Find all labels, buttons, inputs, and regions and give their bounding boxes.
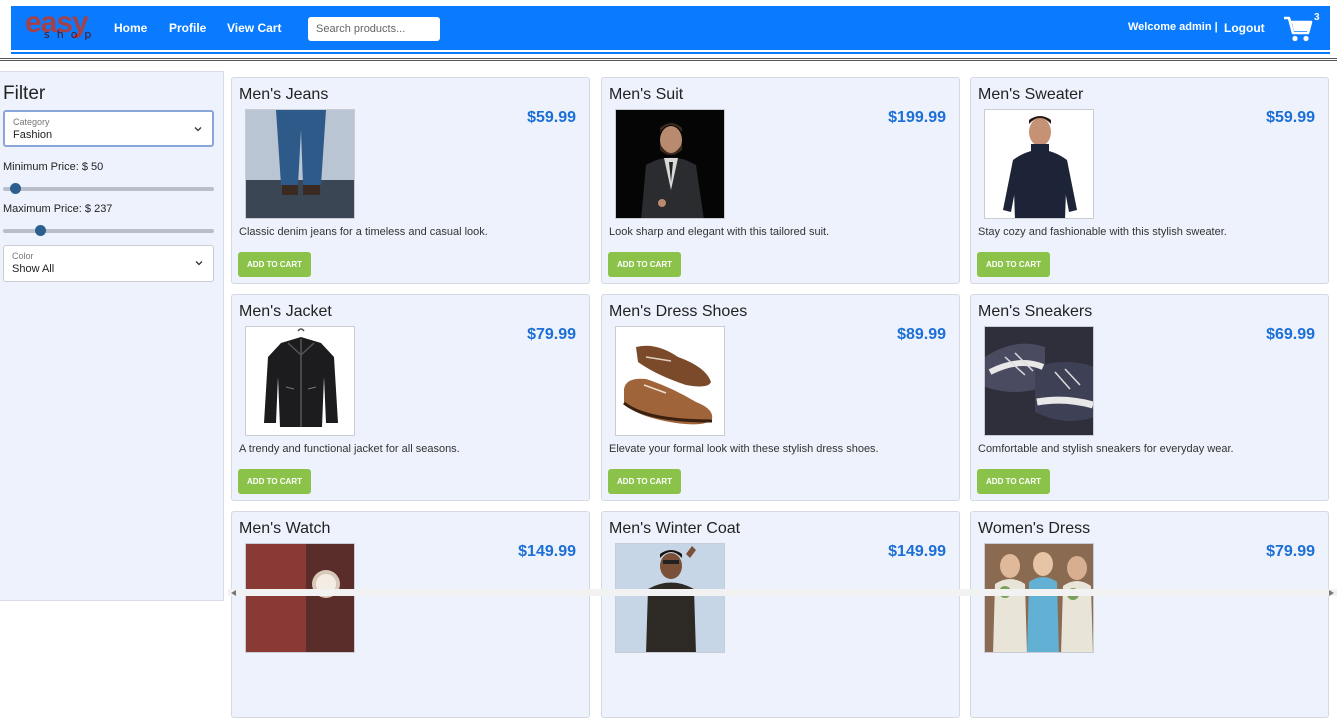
- color-label: Color: [12, 251, 34, 261]
- add-to-cart-button[interactable]: ADD TO CART: [977, 469, 1050, 494]
- slider-track: [3, 187, 214, 191]
- product-card: Women's Dress $79.99: [970, 511, 1329, 718]
- product-image-suit[interactable]: [615, 109, 725, 219]
- product-image-jacket[interactable]: [245, 326, 355, 436]
- product-price: $89.99: [897, 326, 946, 343]
- product-price: $149.99: [518, 543, 576, 560]
- nav-view-cart-link[interactable]: View Cart: [227, 21, 281, 35]
- product-card: Men's Sneakers $69.99 Comfortable and st…: [970, 294, 1329, 501]
- product-description: A trendy and functional jacket for all s…: [239, 443, 460, 455]
- easyshop-logo[interactable]: easy shop: [25, 6, 99, 44]
- product-description: Comfortable and stylish sneakers for eve…: [978, 443, 1234, 455]
- max-price-label: Maximum Price: $ 237: [3, 203, 113, 215]
- scroll-left-arrow-icon[interactable]: [231, 590, 236, 596]
- product-card: Men's Dress Shoes $89.99 Elevate your fo…: [601, 294, 960, 501]
- product-card: Men's Suit $199.99 Look sharp and elegan…: [601, 77, 960, 284]
- chevron-down-icon: [195, 261, 203, 266]
- add-to-cart-button[interactable]: ADD TO CART: [608, 252, 681, 277]
- product-description: Stay cozy and fashionable with this styl…: [978, 226, 1227, 238]
- product-card: Men's Jeans $59.99 Classic denim jeans f…: [231, 77, 590, 284]
- product-price: $59.99: [527, 109, 576, 126]
- cart-count-badge: 3: [1314, 12, 1320, 23]
- product-card: Men's Watch $149.99: [231, 511, 590, 718]
- product-name: Men's Dress Shoes: [609, 303, 748, 320]
- color-select[interactable]: Color Show All: [3, 245, 214, 282]
- search-input[interactable]: [308, 17, 440, 41]
- navbar-underline: [11, 52, 1330, 54]
- product-name: Men's Sweater: [978, 86, 1084, 103]
- top-navbar: easy shop Home Profile View Cart Welcome…: [11, 6, 1330, 50]
- product-image-winter-coat[interactable]: [615, 543, 725, 653]
- add-to-cart-button[interactable]: ADD TO CART: [977, 252, 1050, 277]
- horizontal-scrollbar[interactable]: [228, 589, 1337, 596]
- add-to-cart-button[interactable]: ADD TO CART: [608, 469, 681, 494]
- product-name: Men's Jeans: [239, 86, 329, 103]
- min-price-slider[interactable]: [3, 182, 214, 194]
- category-value: Fashion: [13, 129, 53, 141]
- min-price-label: Minimum Price: $ 50: [3, 161, 104, 173]
- product-price: $69.99: [1266, 326, 1315, 343]
- product-name: Men's Sneakers: [978, 303, 1093, 320]
- product-card: Men's Jacket $79.99 A trendy and functio…: [231, 294, 590, 501]
- product-name: Men's Watch: [239, 520, 331, 537]
- product-name: Men's Winter Coat: [609, 520, 741, 537]
- category-select[interactable]: Category Fashion: [3, 110, 214, 147]
- product-image-womens-dress[interactable]: [984, 543, 1094, 653]
- max-price-thumb[interactable]: [35, 225, 46, 236]
- nav-home-link[interactable]: Home: [114, 21, 147, 35]
- header-divider: [0, 58, 1337, 61]
- product-name: Men's Suit: [609, 86, 684, 103]
- product-card: Men's Winter Coat $149.99: [601, 511, 960, 718]
- add-to-cart-button[interactable]: ADD TO CART: [238, 252, 311, 277]
- logo-subtext: shop: [44, 28, 99, 41]
- product-price: $149.99: [888, 543, 946, 560]
- product-price: $79.99: [527, 326, 576, 343]
- welcome-text: Welcome admin |: [1128, 21, 1218, 33]
- product-price: $59.99: [1266, 109, 1315, 126]
- product-description: Elevate your formal look with these styl…: [609, 443, 879, 455]
- filter-sidebar: Filter Category Fashion Minimum Price: $…: [0, 71, 224, 601]
- cart-icon[interactable]: [1283, 15, 1313, 43]
- product-price: $199.99: [888, 109, 946, 126]
- category-label: Category: [13, 117, 50, 127]
- product-image-sweater[interactable]: [984, 109, 1094, 219]
- min-price-thumb[interactable]: [10, 183, 21, 194]
- product-image-dress-shoes[interactable]: [615, 326, 725, 436]
- product-image-watch[interactable]: [245, 543, 355, 653]
- chevron-down-icon: [194, 127, 202, 132]
- product-description: Look sharp and elegant with this tailore…: [609, 226, 830, 238]
- scroll-right-arrow-icon[interactable]: [1329, 590, 1334, 596]
- nav-profile-link[interactable]: Profile: [169, 21, 206, 35]
- filter-title: Filter: [3, 83, 46, 104]
- product-name: Women's Dress: [978, 520, 1091, 537]
- max-price-slider[interactable]: [3, 224, 214, 236]
- product-name: Men's Jacket: [239, 303, 332, 320]
- logout-link[interactable]: Logout: [1224, 21, 1265, 35]
- color-value: Show All: [12, 263, 55, 275]
- product-image-jeans[interactable]: [245, 109, 355, 219]
- product-card: Men's Sweater $59.99 Stay cozy and fashi…: [970, 77, 1329, 284]
- product-description: Classic denim jeans for a timeless and c…: [239, 226, 488, 238]
- product-price: $79.99: [1266, 543, 1315, 560]
- add-to-cart-button[interactable]: ADD TO CART: [238, 469, 311, 494]
- product-image-sneakers[interactable]: [984, 326, 1094, 436]
